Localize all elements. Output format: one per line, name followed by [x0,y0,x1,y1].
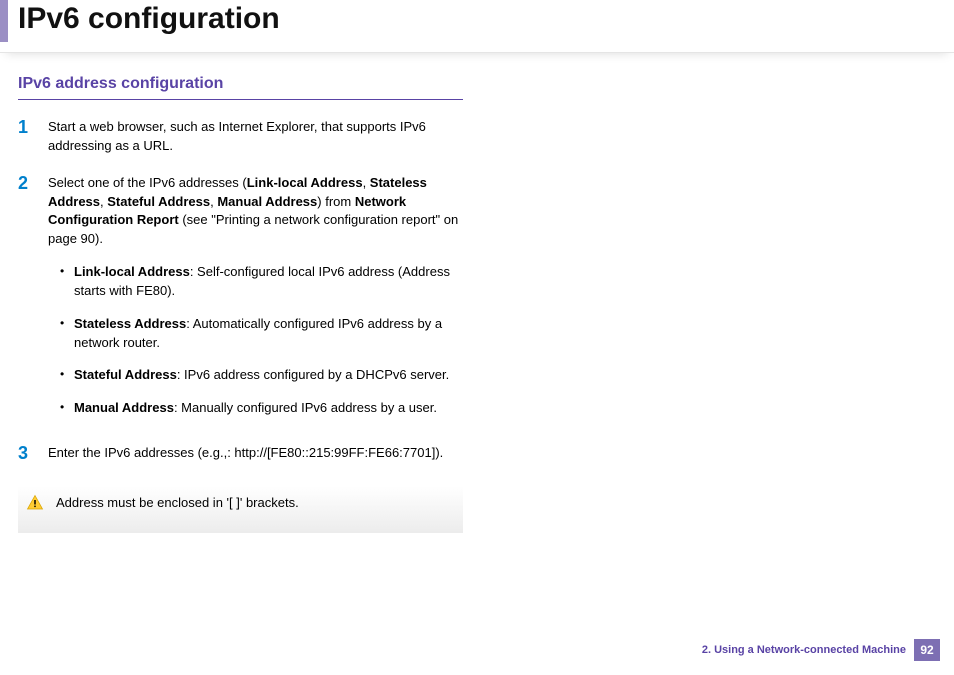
step-1: 1 Start a web browser, such as Internet … [18,118,463,156]
section-title: IPv6 address configuration [18,75,463,100]
list-item: Stateful Address: IPv6 address configure… [60,366,463,385]
list-item: Stateless Address: Automatically configu… [60,315,463,353]
bold: Stateful Address [74,367,177,382]
bullet-list: Link-local Address: Self-configured loca… [48,263,463,418]
bold: Link-local Address [74,264,190,279]
page-title: IPv6 configuration [18,0,954,36]
bold: Link-local Address [247,175,363,190]
step-2: 2 Select one of the IPv6 addresses (Link… [18,174,463,426]
footer-chapter: 2. Using a Network-connected Machine [702,644,906,656]
text: Select one of the IPv6 addresses ( [48,175,247,190]
step-text: Start a web browser, such as Internet Ex… [48,118,463,156]
step-3: 3 Enter the IPv6 addresses (e.g.,: http:… [18,444,463,464]
bold: Manual Address [74,400,174,415]
note-box: Address must be enclosed in '[ ]' bracke… [18,486,463,533]
bold: Stateless Address [74,316,186,331]
text: : IPv6 address configured by a DHCPv6 se… [177,367,449,382]
warning-icon [26,494,46,517]
list-item: Manual Address: Manually configured IPv6… [60,399,463,418]
note-text: Address must be enclosed in '[ ]' bracke… [56,494,299,512]
step-number: 1 [18,118,48,156]
footer: 2. Using a Network-connected Machine 92 [702,639,940,661]
page-number: 92 [914,639,940,661]
content-column: IPv6 address configuration 1 Start a web… [0,53,478,533]
title-area: IPv6 configuration [0,0,954,53]
text: , [363,175,370,190]
step-number: 2 [18,174,48,426]
step-text: Select one of the IPv6 addresses (Link-l… [48,174,463,426]
text: ) from [317,194,355,209]
text: : Manually configured IPv6 address by a … [174,400,437,415]
bold: Stateful Address [107,194,210,209]
list-item: Link-local Address: Self-configured loca… [60,263,463,301]
step-number: 3 [18,444,48,464]
bold: Manual Address [217,194,317,209]
step-text: Enter the IPv6 addresses (e.g.,: http://… [48,444,443,464]
